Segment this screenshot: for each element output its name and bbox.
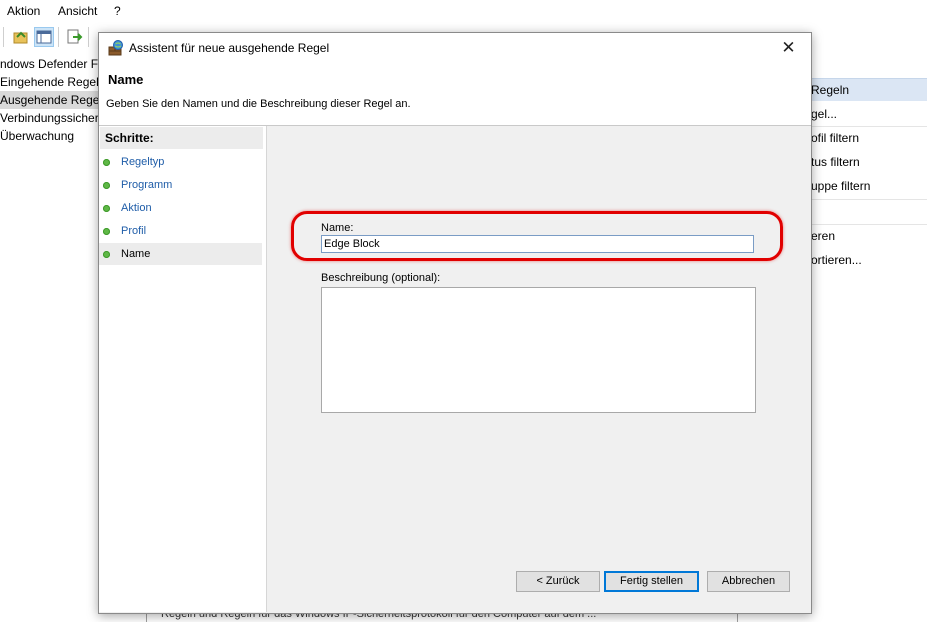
- rule-description-input[interactable]: [321, 287, 756, 413]
- console-tree: ndows Defender Fire Eingehende Regeln Au…: [0, 50, 102, 622]
- step-status-dot-icon: [103, 182, 110, 189]
- close-icon[interactable]: ✕: [766, 33, 811, 63]
- page-title: Name: [108, 72, 144, 87]
- cancel-button[interactable]: Abbrechen: [707, 571, 790, 592]
- description-label: Beschreibung (optional):: [321, 272, 441, 284]
- toolbar-separator: [58, 27, 59, 47]
- step-profile[interactable]: Profil: [99, 220, 262, 242]
- step-action[interactable]: Aktion: [99, 197, 262, 219]
- step-label: Regeltyp: [121, 156, 165, 168]
- menu-bar: Aktion Ansicht ?: [0, 0, 927, 23]
- tree-item-monitoring[interactable]: Überwachung: [0, 127, 74, 145]
- menu-help[interactable]: ?: [114, 4, 121, 18]
- tree-item-inbound-rules[interactable]: Eingehende Regeln: [0, 73, 102, 91]
- steps-panel: Schritte: Regeltyp Programm Aktion Profi…: [99, 126, 267, 612]
- menu-ansicht[interactable]: Ansicht: [58, 4, 97, 18]
- steps-heading: Schritte:: [100, 127, 263, 149]
- folder-up-icon[interactable]: [11, 27, 31, 47]
- back-button[interactable]: < Zurück: [516, 571, 600, 592]
- highlight-annotation: [291, 211, 783, 261]
- action-filter-status[interactable]: tus filtern: [811, 151, 927, 173]
- actions-header-rules: Regeln: [811, 78, 927, 101]
- action-new-rule[interactable]: gel...: [811, 103, 927, 125]
- step-status-dot-icon: [103, 228, 110, 235]
- actions-pane: Regeln gel... ofil filtern tus filtern u…: [811, 50, 927, 622]
- show-hide-console-tree-icon[interactable]: [34, 27, 54, 47]
- finish-button[interactable]: Fertig stellen: [604, 571, 699, 592]
- tree-item-outbound-rules[interactable]: Ausgehende Regeln: [0, 91, 102, 109]
- step-status-dot-icon: [103, 251, 110, 258]
- wizard-header: Name Geben Sie den Namen und die Beschre…: [99, 63, 811, 126]
- dialog-title: Assistent für neue ausgehende Regel: [129, 41, 330, 55]
- actions-separator: [811, 199, 927, 200]
- toolbar-separator: [88, 27, 89, 47]
- menu-aktion[interactable]: Aktion: [7, 4, 40, 18]
- step-rule-type[interactable]: Regeltyp: [99, 151, 262, 173]
- step-status-dot-icon: [103, 159, 110, 166]
- action-export[interactable]: ortieren...: [811, 249, 927, 271]
- step-name[interactable]: Name: [99, 243, 262, 265]
- firewall-wizard-icon: [108, 40, 124, 56]
- page-subtitle: Geben Sie den Namen und die Beschreibung…: [106, 98, 411, 110]
- step-status-dot-icon: [103, 205, 110, 212]
- action-filter-group[interactable]: uppe filtern: [811, 175, 927, 197]
- tree-item-defender-root[interactable]: ndows Defender Fire: [0, 55, 102, 73]
- tree-item-connection-security[interactable]: Verbindungssicherh: [0, 109, 102, 127]
- step-label: Aktion: [121, 202, 152, 214]
- step-label: Programm: [121, 179, 173, 191]
- action-refresh[interactable]: eren: [811, 225, 927, 247]
- dialog-titlebar[interactable]: Assistent für neue ausgehende Regel ✕: [99, 33, 811, 63]
- export-list-icon[interactable]: [64, 27, 84, 47]
- action-filter-profile[interactable]: ofil filtern: [811, 127, 927, 149]
- step-program[interactable]: Programm: [99, 174, 262, 196]
- step-label: Name: [121, 248, 151, 260]
- toolbar-separator: [3, 27, 4, 47]
- step-label: Profil: [121, 225, 147, 237]
- new-outbound-rule-wizard: Assistent für neue ausgehende Regel ✕ Na…: [98, 32, 812, 614]
